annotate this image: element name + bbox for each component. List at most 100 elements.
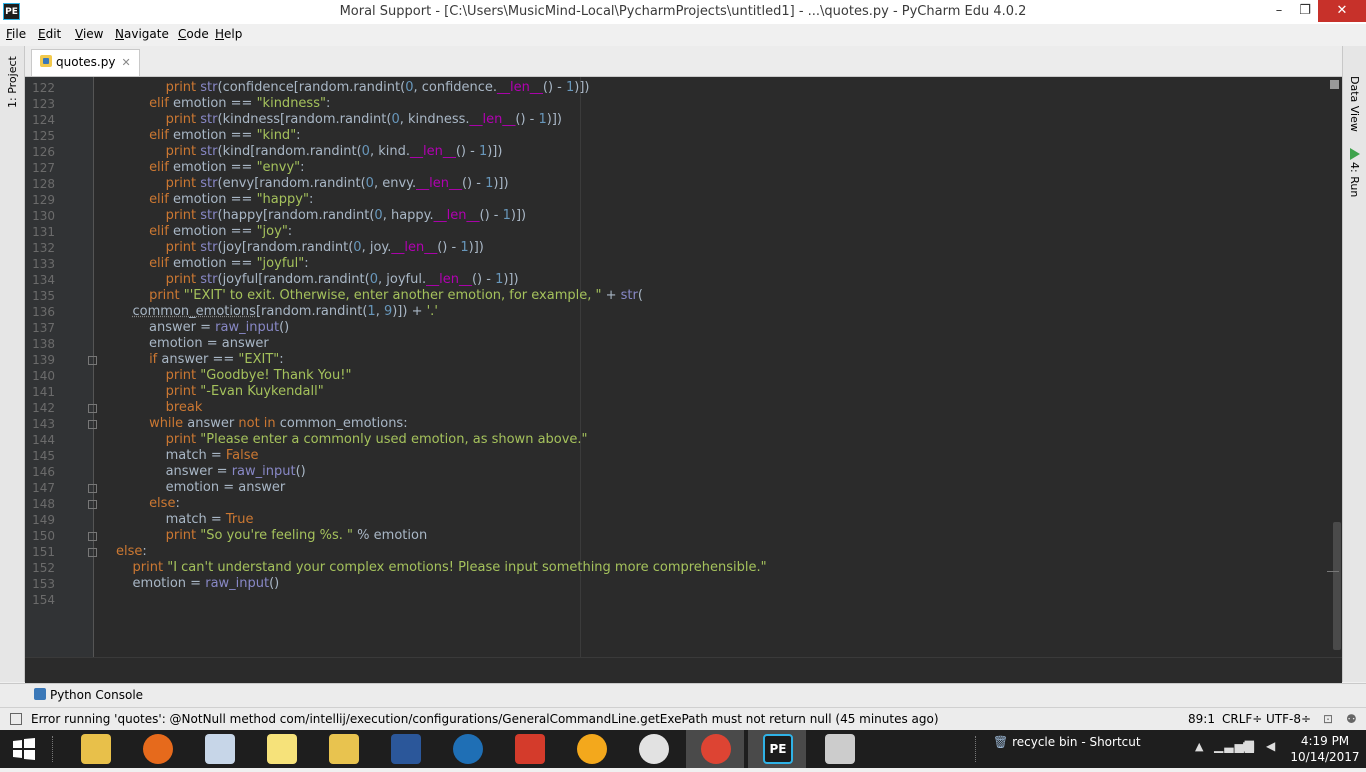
volume-icon[interactable]: ◀: [1266, 739, 1275, 753]
code-text[interactable]: else:: [116, 496, 180, 512]
scrollbar-thumb[interactable]: [1333, 522, 1341, 650]
close-tab-icon[interactable]: ✕: [121, 56, 130, 69]
code-editor[interactable]: 122 print str(confidence[random.randint(…: [25, 77, 1342, 683]
code-text[interactable]: elif emotion == "happy":: [116, 192, 313, 208]
taskbar-fiddler[interactable]: [438, 730, 496, 768]
code-text[interactable]: if answer == "EXIT":: [116, 352, 284, 368]
lock-icon[interactable]: ⊡: [1323, 712, 1333, 726]
code-text[interactable]: break: [116, 400, 203, 416]
code-text[interactable]: print "So you're feeling %s. " % emotion: [116, 528, 428, 544]
code-text[interactable]: match = True: [116, 512, 254, 528]
menu-code[interactable]: Code: [178, 27, 209, 41]
code-text[interactable]: print str(joy[random.randint(0, joy.__le…: [116, 240, 484, 256]
code-text[interactable]: elif emotion == "kind":: [116, 128, 301, 144]
code-text[interactable]: answer = raw_input(): [116, 320, 289, 336]
code-text[interactable]: print str(joyful[random.randint(0, joyfu…: [116, 272, 519, 288]
code-area[interactable]: 122 print str(confidence[random.randint(…: [25, 77, 1342, 657]
taskbar-calculator[interactable]: [190, 730, 248, 768]
fold-marker-icon[interactable]: [88, 356, 97, 365]
menu-file[interactable]: File: [6, 27, 26, 41]
fold-marker-icon[interactable]: [88, 500, 97, 509]
taskbar-firefox[interactable]: [128, 730, 186, 768]
code-text[interactable]: elif emotion == "kindness":: [116, 96, 330, 112]
code-text[interactable]: emotion = answer: [116, 480, 286, 496]
fold-marker-icon[interactable]: [88, 548, 97, 557]
menu-view[interactable]: View: [75, 27, 103, 41]
taskbar-ccleaner[interactable]: [500, 730, 558, 768]
menu-navigate[interactable]: Navigate: [115, 27, 169, 41]
code-text[interactable]: print str(kind[random.randint(0, kind.__…: [116, 144, 503, 160]
menu-help[interactable]: Help: [215, 27, 242, 41]
pycharm-icon: PE: [763, 734, 793, 764]
caret-position[interactable]: 89:1: [1188, 712, 1215, 726]
clock-date: 10/14/2017: [1290, 750, 1360, 764]
line-number: 146: [32, 465, 55, 479]
line-separator[interactable]: CRLF÷: [1222, 712, 1262, 726]
taskbar-chrome[interactable]: [686, 730, 744, 768]
line-number: 135: [32, 289, 55, 303]
code-text[interactable]: elif emotion == "joyful":: [116, 256, 309, 272]
folder-icon: [329, 734, 359, 764]
code-text[interactable]: answer = raw_input(): [116, 464, 306, 480]
code-text[interactable]: print "I can't understand your complex e…: [116, 560, 767, 576]
firefox-icon: [143, 734, 173, 764]
tool-windows-toggle-icon[interactable]: [10, 713, 22, 725]
taskbar-pycharm[interactable]: PE: [748, 730, 806, 768]
status-message[interactable]: Error running 'quotes': @NotNull method …: [31, 712, 939, 726]
code-text[interactable]: else:: [116, 544, 147, 560]
code-text[interactable]: print str(happy[random.randint(0, happy.…: [116, 208, 527, 224]
close-button[interactable]: ✕: [1318, 0, 1366, 22]
code-text[interactable]: print str(envy[random.randint(0, envy.__…: [116, 176, 509, 192]
line-number: 141: [32, 385, 55, 399]
line-number: 154: [32, 593, 55, 607]
code-text[interactable]: print str(kindness[random.randint(0, kin…: [116, 112, 562, 128]
python-console-tab[interactable]: Python Console: [34, 688, 143, 702]
project-tool-tab[interactable]: 1: Project: [6, 56, 19, 108]
code-text[interactable]: print "Goodbye! Thank You!": [116, 368, 352, 384]
taskbar-word[interactable]: [376, 730, 434, 768]
maximize-button[interactable]: ❐: [1290, 0, 1320, 22]
line-number: 142: [32, 401, 55, 415]
code-text[interactable]: print "Please enter a commonly used emot…: [116, 432, 588, 448]
fold-marker-icon[interactable]: [88, 420, 97, 429]
code-text[interactable]: print str(confidence[random.randint(0, c…: [116, 80, 590, 96]
code-text[interactable]: elif emotion == "joy":: [116, 224, 292, 240]
fold-marker-icon[interactable]: [88, 532, 97, 541]
taskbar-itunes[interactable]: [624, 730, 682, 768]
inspector-icon[interactable]: ⚉: [1346, 712, 1357, 726]
fold-marker-icon[interactable]: [88, 484, 97, 493]
code-text[interactable]: while answer not in common_emotions:: [116, 416, 408, 432]
toolbar-grip: [975, 736, 980, 762]
editor-tab-quotes[interactable]: quotes.py ✕: [31, 49, 140, 76]
taskbar-explorer[interactable]: [66, 730, 124, 768]
clock[interactable]: 4:19 PM 10/14/2017: [1290, 733, 1360, 765]
fold-marker-icon[interactable]: [88, 404, 97, 413]
code-text[interactable]: print "'EXIT' to exit. Otherwise, enter …: [116, 288, 643, 304]
taskbar-sticky-notes[interactable]: [252, 730, 310, 768]
file-encoding[interactable]: UTF-8÷: [1266, 712, 1311, 726]
menu-bar: File Edit View Navigate Code Help: [0, 24, 1366, 46]
recycle-bin-shortcut[interactable]: 🗑 recycle bin - Shortcut: [993, 735, 1141, 749]
line-number: 147: [32, 481, 55, 495]
line-number: 140: [32, 369, 55, 383]
taskbar-aimp[interactable]: [562, 730, 620, 768]
code-text[interactable]: print "-Evan Kuykendall": [116, 384, 324, 400]
chrome-icon: [701, 734, 731, 764]
word-icon: [391, 734, 421, 764]
data-view-tool-tab[interactable]: Data View: [1348, 76, 1361, 132]
start-button[interactable]: [0, 730, 48, 768]
code-text[interactable]: common_emotions[random.randint(1, 9)]) +…: [116, 304, 438, 320]
show-hidden-icons-icon[interactable]: ▲: [1195, 740, 1203, 753]
code-text[interactable]: elif emotion == "envy":: [116, 160, 305, 176]
battery-icon[interactable]: ▮▯: [1242, 739, 1255, 753]
run-tool-tab[interactable]: 4: Run: [1348, 162, 1361, 197]
taskbar-snipping-tool[interactable]: [810, 730, 868, 768]
code-text[interactable]: match = False: [116, 448, 259, 464]
code-text[interactable]: emotion = answer: [116, 336, 269, 352]
code-text[interactable]: emotion = raw_input(): [116, 576, 280, 592]
taskbar-folder[interactable]: [314, 730, 372, 768]
menu-edit[interactable]: Edit: [38, 27, 61, 41]
line-number: 148: [32, 497, 55, 511]
title-bar: PE Moral Support - [C:\Users\MusicMind-L…: [0, 0, 1366, 24]
clock-time: 4:19 PM: [1300, 734, 1350, 748]
